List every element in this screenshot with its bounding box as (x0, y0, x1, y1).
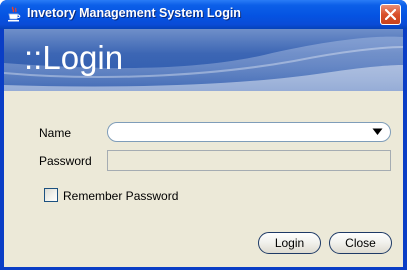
name-label: Name (39, 126, 72, 140)
remember-password-checkbox[interactable] (44, 188, 58, 202)
close-button[interactable]: Close (329, 232, 392, 254)
close-icon (385, 9, 396, 20)
password-field[interactable] (107, 150, 391, 171)
login-button[interactable]: Login (258, 232, 321, 254)
remember-password-label[interactable]: Remember Password (63, 189, 178, 203)
window-title: Invetory Management System Login (27, 6, 241, 20)
banner-title: ::Login (24, 39, 124, 76)
close-window-button[interactable] (380, 4, 401, 25)
chevron-down-icon[interactable] (372, 128, 383, 136)
password-label: Password (39, 154, 92, 168)
title-bar[interactable]: Invetory Management System Login (0, 0, 407, 29)
dialog-content: ::Login Name Password Remember Password … (4, 29, 403, 267)
java-cup-icon (7, 6, 21, 22)
login-window: Invetory Management System Login ::Login (0, 0, 407, 270)
login-banner: ::Login (4, 29, 403, 91)
name-combobox[interactable] (107, 122, 391, 142)
